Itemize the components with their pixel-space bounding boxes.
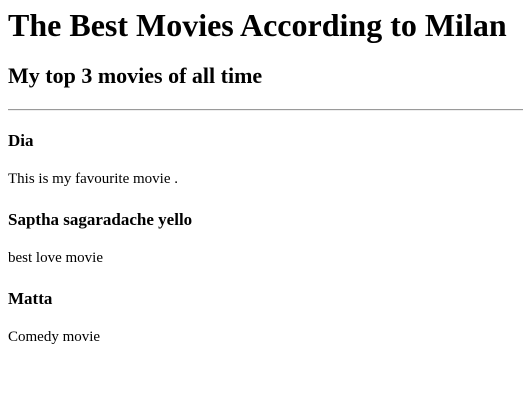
page-subtitle: My top 3 movies of all time bbox=[8, 63, 263, 88]
movie-description: Comedy movie bbox=[8, 329, 101, 345]
movie-title: Dia bbox=[8, 131, 34, 150]
movie-item: Dia This is my favourite movie . bbox=[8, 131, 517, 188]
movie-description: This is my favourite movie . bbox=[8, 171, 178, 187]
movie-item: Matta Comedy movie bbox=[8, 289, 517, 346]
page-title: The Best Movies According to Milan bbox=[8, 7, 507, 43]
page: The Best Movies According to Milan My to… bbox=[0, 0, 525, 415]
movie-description: best love movie bbox=[8, 250, 103, 266]
movie-title: Matta bbox=[8, 289, 53, 308]
movie-list: Dia This is my favourite movie . Saptha … bbox=[8, 131, 517, 346]
movie-item: Saptha sagaradache yello best love movie bbox=[8, 210, 517, 267]
movie-title: Saptha sagaradache yello bbox=[8, 210, 193, 229]
divider bbox=[8, 109, 523, 111]
